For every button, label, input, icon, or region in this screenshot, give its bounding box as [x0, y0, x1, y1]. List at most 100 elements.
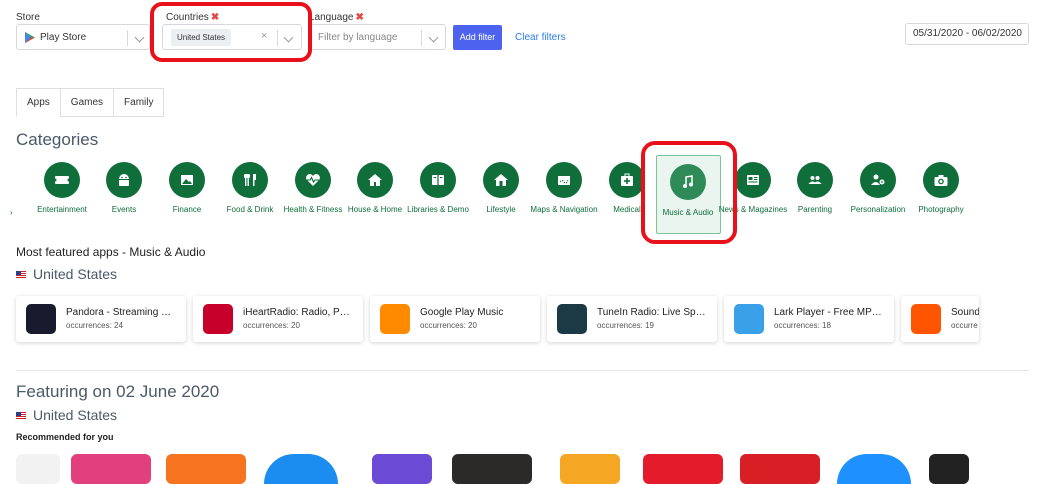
newspaper-icon	[735, 162, 771, 198]
camera-icon	[923, 162, 959, 198]
category-parenting[interactable]: Parenting	[779, 162, 851, 215]
app-name: Lark Player - Free MP…	[774, 307, 882, 318]
featured-app-card[interactable]: Google Play Music occurrences: 20	[370, 296, 540, 342]
category-house-home[interactable]: House & Home	[339, 162, 411, 215]
app-occurrences: occurre	[951, 321, 978, 330]
app-tile[interactable]	[560, 454, 620, 484]
categories-title: Categories	[16, 130, 99, 149]
category-label: Maps & Navigation	[530, 205, 598, 214]
chevron-down-icon	[134, 32, 145, 43]
app-tile[interactable]	[264, 454, 338, 484]
store-value: Play Store	[40, 32, 87, 43]
app-icon	[911, 304, 941, 334]
ticket-icon	[44, 162, 80, 198]
app-icon	[26, 304, 56, 334]
music-highlight	[641, 141, 737, 244]
add-filter-button[interactable]: Add filter	[453, 25, 502, 50]
category-label: Events	[111, 205, 137, 214]
app-tile[interactable]	[740, 454, 820, 484]
chevron-down-icon	[428, 32, 439, 43]
app-occurrences: occurrences: 20	[243, 321, 300, 330]
language-select[interactable]: Filter by language	[309, 24, 446, 50]
recommended-label: Recommended for you	[16, 432, 114, 442]
featuring-country: United States	[16, 407, 117, 423]
language-placeholder: Filter by language	[318, 32, 398, 43]
tab-family[interactable]: Family	[113, 88, 165, 117]
app-icon	[203, 304, 233, 334]
user-gear-icon	[860, 162, 896, 198]
app-name: Pandora - Streaming …	[66, 307, 172, 318]
featured-title: Most featured apps - Music & Audio	[16, 245, 206, 259]
category-lifestyle[interactable]: Lifestyle	[465, 162, 537, 215]
featured-country-label: United States	[33, 266, 118, 282]
app-name: Sound	[951, 307, 979, 318]
app-name: TuneIn Radio: Live Sp…	[597, 307, 706, 318]
category-events[interactable]: Events	[88, 162, 160, 215]
clear-filters-link[interactable]: Clear filters	[515, 32, 566, 43]
app-tile[interactable]	[837, 454, 911, 484]
section-divider	[16, 370, 1029, 371]
tabs: Apps Games Family	[16, 88, 165, 117]
required-mark: ✖	[355, 12, 364, 23]
featured-app-card[interactable]: iHeartRadio: Radio, P… occurrences: 20	[193, 296, 363, 342]
category-label: Lifestyle	[486, 205, 516, 214]
category-food-drink[interactable]: Food & Drink	[214, 162, 286, 215]
us-flag-icon	[16, 270, 26, 278]
featured-app-card[interactable]: Lark Player - Free MP… occurrences: 18	[724, 296, 894, 342]
language-label-text: Language	[309, 12, 354, 23]
app-tile[interactable]	[929, 454, 969, 484]
featured-app-card[interactable]: TuneIn Radio: Live Sp… occurrences: 19	[547, 296, 717, 342]
app-icon	[380, 304, 410, 334]
featured-app-card[interactable]: Sound occurre	[901, 296, 979, 342]
category-finance[interactable]: Finance	[151, 162, 223, 215]
category-label: House & Home	[347, 205, 403, 214]
app-occurrences: occurrences: 20	[420, 321, 477, 330]
app-tile[interactable]	[372, 454, 432, 484]
app-name: iHeartRadio: Radio, P…	[243, 307, 350, 318]
category-personalization[interactable]: Personalization	[842, 162, 914, 215]
app-occurrences: occurrences: 24	[66, 321, 123, 330]
app-name: Google Play Music	[420, 307, 504, 318]
language-label: Language ✖	[309, 12, 364, 23]
store-label: Store	[16, 12, 40, 23]
play-store-icon	[25, 32, 35, 43]
medkit-icon	[609, 162, 645, 198]
map-icon	[546, 162, 582, 198]
app-tile[interactable]	[643, 454, 723, 484]
category-photography[interactable]: Photography	[905, 162, 977, 215]
app-icon	[734, 304, 764, 334]
app-icon	[557, 304, 587, 334]
category-label: Libraries & Demo	[407, 205, 469, 214]
featuring-title: Featuring on 02 June 2020	[16, 382, 220, 401]
date-range-input[interactable]: 05/31/2020 - 06/02/2020	[905, 23, 1029, 45]
home-icon	[357, 162, 393, 198]
featured-country: United States	[16, 266, 117, 282]
scroll-indicator: ›	[10, 208, 13, 217]
heartbeat-icon	[295, 162, 331, 198]
category-label: Photography	[918, 205, 964, 214]
store-select[interactable]: Play Store	[16, 24, 150, 50]
category-maps-navigation[interactable]: Maps & Navigation	[528, 162, 600, 215]
book-icon	[420, 162, 456, 198]
us-flag-icon	[16, 411, 26, 419]
category-label: Personalization	[850, 205, 906, 214]
picture-icon	[169, 162, 205, 198]
app-tile[interactable]	[16, 454, 60, 484]
category-label: Finance	[172, 205, 202, 214]
countries-highlight	[150, 2, 312, 62]
house-icon	[483, 162, 519, 198]
app-tile[interactable]	[71, 454, 151, 484]
app-tile[interactable]	[452, 454, 532, 484]
category-label: Food & Drink	[226, 205, 274, 214]
category-label: Parenting	[797, 205, 833, 214]
android-icon	[106, 162, 142, 198]
app-occurrences: occurrences: 18	[774, 321, 831, 330]
category-libraries-demo[interactable]: Libraries & Demo	[402, 162, 474, 215]
cutlery-icon	[232, 162, 268, 198]
tab-apps[interactable]: Apps	[16, 88, 61, 117]
tab-games[interactable]: Games	[59, 88, 115, 117]
people-icon	[797, 162, 833, 198]
app-tile[interactable]	[166, 454, 246, 484]
app-occurrences: occurrences: 19	[597, 321, 654, 330]
featured-app-card[interactable]: Pandora - Streaming … occurrences: 24	[16, 296, 186, 342]
